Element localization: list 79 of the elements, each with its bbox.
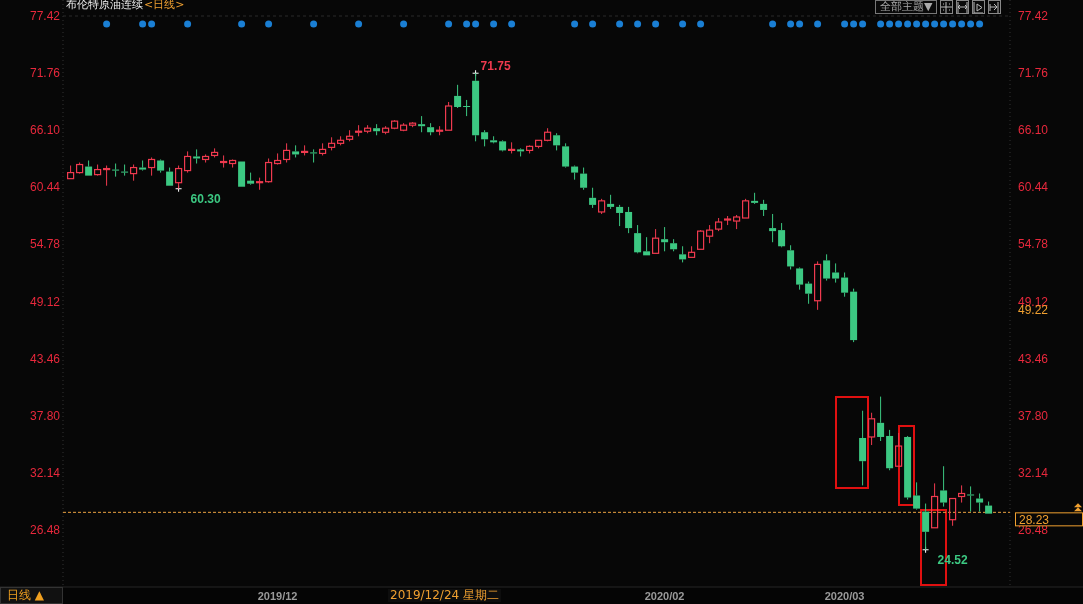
event-dot[interactable] [967, 20, 975, 28]
price-tag: 28.23 [1015, 512, 1083, 527]
event-dot[interactable] [877, 20, 885, 28]
axis-label: 54.78 [29, 237, 60, 252]
event-dot[interactable] [472, 20, 480, 28]
theme-dropdown[interactable]: 全部主题▼ [875, 0, 938, 14]
cross-marker-icon [175, 185, 183, 193]
range-icon [957, 1, 969, 13]
date-label: 2020/02 [644, 590, 685, 602]
axis-label: 66.10 [29, 123, 60, 138]
event-dot[interactable] [508, 20, 516, 28]
jump-end-button[interactable] [988, 0, 1002, 14]
event-dot[interactable] [148, 20, 156, 28]
event-dot[interactable] [949, 20, 957, 28]
event-dot[interactable] [400, 20, 408, 28]
event-dot[interactable] [697, 20, 705, 28]
event-dot[interactable] [850, 20, 858, 28]
axis-label: 26.48 [29, 523, 60, 537]
cursor-date-label: 2019/12/24 星期二 [388, 589, 501, 602]
date-label: 2019/12 [257, 590, 298, 602]
axis-label: 32.14 [1018, 465, 1049, 480]
crosshair-icon [941, 1, 953, 13]
event-dot[interactable] [265, 20, 273, 28]
axis-label: 54.78 [1018, 237, 1049, 252]
event-dot[interactable] [922, 20, 930, 28]
period-button[interactable]: 日线 ▲ [0, 587, 63, 604]
event-dot[interactable] [814, 20, 822, 28]
event-dot[interactable] [238, 20, 246, 28]
axis-label: 66.10 [1018, 123, 1049, 138]
event-dot[interactable] [103, 20, 111, 28]
crosshair-button[interactable] [940, 0, 954, 14]
step-right-icon [973, 1, 985, 13]
event-dot[interactable] [904, 20, 912, 28]
double-up-arrow-icon [1074, 503, 1082, 512]
event-dot[interactable] [958, 20, 966, 28]
axis-label: 71.76 [29, 66, 60, 81]
range-button[interactable] [956, 0, 970, 14]
event-dot[interactable] [940, 20, 948, 28]
event-dot[interactable] [841, 20, 849, 28]
event-dot[interactable] [463, 20, 471, 28]
step-right-button[interactable] [972, 0, 986, 14]
axis-label: 71.76 [1018, 66, 1049, 81]
axis-label: 49.12 [29, 294, 60, 309]
event-dot[interactable] [139, 20, 147, 28]
axis-label: 37.80 [1018, 408, 1049, 423]
axis-label: 43.46 [1018, 351, 1049, 366]
axis-label: 32.14 [29, 465, 60, 480]
axis-label: 77.42 [29, 9, 60, 23]
event-dot[interactable] [913, 20, 921, 28]
axis-label: 60.44 [1018, 180, 1049, 195]
event-dot[interactable] [895, 20, 903, 28]
event-dot[interactable] [355, 20, 363, 28]
date-label: 2020/03 [824, 590, 865, 602]
event-dot[interactable] [652, 20, 660, 28]
event-dot[interactable] [490, 20, 498, 28]
event-dot[interactable] [796, 20, 804, 28]
event-dot[interactable] [679, 20, 687, 28]
price-label: 71.75 [480, 59, 511, 74]
cross-marker-icon [922, 546, 930, 554]
event-dot[interactable] [769, 20, 777, 28]
event-dot[interactable] [859, 20, 867, 28]
event-dot[interactable] [310, 20, 318, 28]
event-dot[interactable] [886, 20, 894, 28]
axis-label: 77.42 [1018, 9, 1049, 23]
axis-label: 43.46 [29, 351, 60, 366]
event-dot[interactable] [616, 20, 624, 28]
event-dot[interactable] [787, 20, 795, 28]
jump-end-icon [989, 1, 1001, 13]
event-dot[interactable] [931, 20, 939, 28]
event-dot[interactable] [976, 20, 984, 28]
event-dot[interactable] [634, 20, 642, 28]
event-dot[interactable] [445, 20, 453, 28]
axis-label: 60.44 [29, 180, 60, 195]
cross-marker-icon [472, 69, 480, 77]
event-dot[interactable] [571, 20, 579, 28]
event-dot[interactable] [184, 20, 192, 28]
axis-label: 37.80 [29, 408, 60, 423]
event-dot[interactable] [589, 20, 597, 28]
price-label: 60.30 [190, 191, 221, 206]
